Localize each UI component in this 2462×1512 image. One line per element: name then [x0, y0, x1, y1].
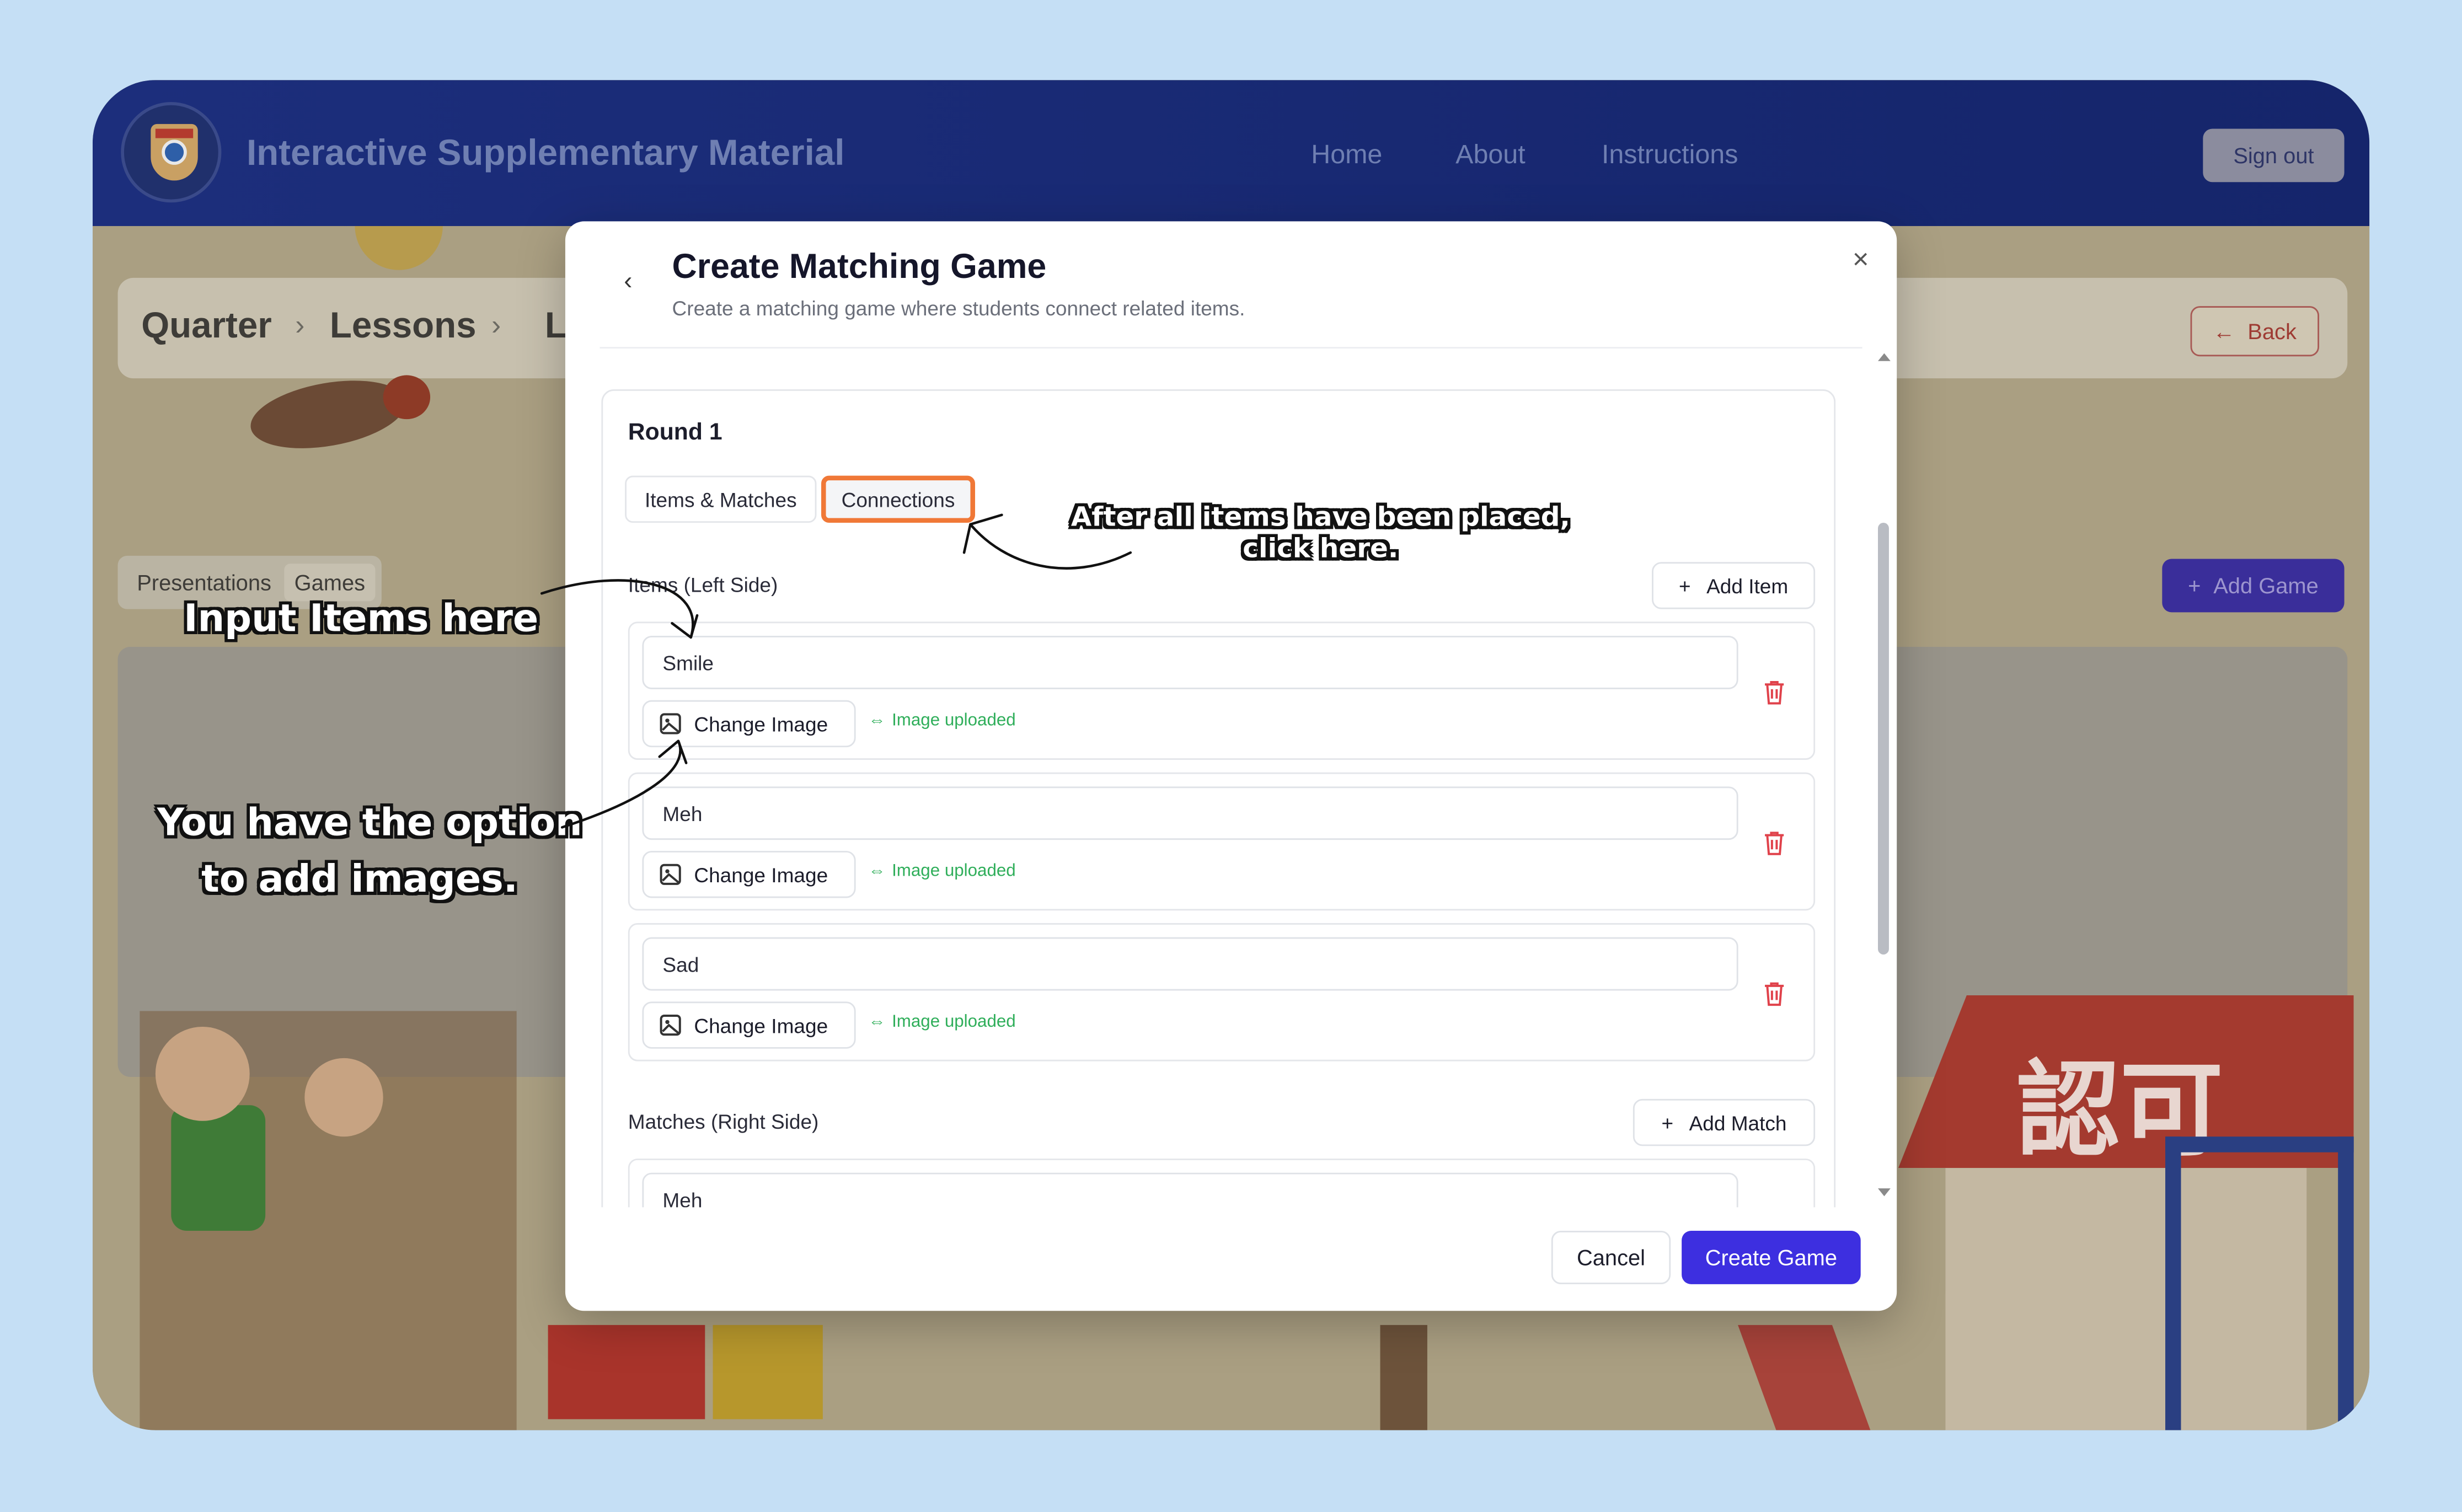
annotation-line: click here.: [1243, 533, 1399, 565]
kid-head-illustration: [155, 1026, 250, 1121]
cancel-button[interactable]: Cancel: [1551, 1231, 1671, 1284]
tab-games[interactable]: Games: [284, 564, 376, 602]
image-icon: [660, 713, 681, 734]
item-row: Smile Change Image ⇔ Image uploaded: [628, 621, 1816, 760]
image-icon: [660, 864, 681, 885]
create-matching-game-dialog: ‹ Create Matching Game Create a matching…: [565, 221, 1897, 1311]
plus-icon: +: [2188, 573, 2201, 598]
link-icon: ⇔: [868, 1012, 886, 1032]
house-wall-illustration: [1945, 1168, 2307, 1430]
dialog-subtitle: Create a matching game where students co…: [672, 297, 1245, 320]
scrollbar-thumb[interactable]: [1878, 523, 1889, 955]
nav-instructions-link[interactable]: Instructions: [1602, 140, 1738, 171]
change-image-button[interactable]: Change Image: [642, 851, 856, 898]
sun-illustration: [355, 226, 443, 270]
school-logo: [121, 102, 222, 203]
close-icon[interactable]: ×: [1845, 243, 1876, 275]
match-row: Meh: [628, 1159, 1816, 1208]
tab-connections[interactable]: Connections: [821, 475, 975, 523]
trash-icon[interactable]: [1763, 830, 1785, 856]
plus-icon: +: [1678, 573, 1691, 598]
bird-illustration: [245, 369, 411, 459]
breadcrumb-lessons[interactable]: Lessons: [330, 304, 477, 347]
add-match-label: Add Match: [1689, 1111, 1787, 1134]
swing-illustration: [2165, 1136, 2354, 1152]
plus-icon: +: [1661, 1111, 1674, 1134]
tab-presentations[interactable]: Presentations: [124, 564, 284, 601]
sign-out-button[interactable]: Sign out: [2203, 128, 2345, 183]
nav-about-link[interactable]: About: [1455, 140, 1526, 171]
shield-icon: [151, 124, 198, 181]
chevron-right-icon: ›: [491, 309, 501, 341]
image-uploaded-status: ⇔ Image uploaded: [868, 862, 1015, 881]
annotation-line: After all items have been placed,: [1071, 502, 1570, 534]
chevron-left-icon[interactable]: ‹: [612, 267, 644, 298]
item-text-input[interactable]: Meh: [642, 786, 1738, 840]
items-section-label: Items (Left Side): [628, 573, 778, 597]
bird-head-illustration: [383, 375, 431, 420]
breadcrumb-quarter[interactable]: Quarter: [141, 304, 272, 347]
add-game-label: Add Game: [2213, 573, 2319, 598]
annotation-line: You have the option: [157, 800, 582, 845]
scroll-up-icon[interactable]: [1878, 353, 1891, 361]
roof-sign: 認可: [2016, 1052, 2224, 1168]
back-button[interactable]: ← Back: [2190, 306, 2320, 357]
stage: Interactive Supplementary Material Home …: [0, 0, 2462, 1512]
divider: [600, 347, 1862, 349]
tab-items-matches[interactable]: Items & Matches: [625, 475, 817, 523]
top-navbar: Interactive Supplementary Material Home …: [92, 80, 2370, 226]
kid-illustration: [171, 1105, 266, 1231]
add-match-button[interactable]: + Add Match: [1633, 1098, 1816, 1146]
change-image-label: Change Image: [694, 862, 828, 887]
item-text-input[interactable]: Sad: [642, 937, 1738, 991]
back-label: Back: [2247, 318, 2297, 344]
app-title: Interactive Supplementary Material: [246, 132, 845, 173]
add-game-button[interactable]: + Add Game: [2162, 559, 2345, 613]
image-icon: [660, 1015, 681, 1036]
arrow-left-icon: ←: [2213, 318, 2235, 344]
swing-post: [2338, 1136, 2354, 1430]
round-tabs: Items & Matches Connections: [625, 469, 983, 532]
link-icon: ⇔: [868, 862, 886, 881]
image-uploaded-status: ⇔ Image uploaded: [868, 711, 1015, 730]
images-annotation: You have the option to add images.: [157, 795, 582, 908]
item-text-input[interactable]: Smile: [642, 636, 1738, 689]
round-title: Round 1: [628, 419, 722, 446]
connections-annotation: After all items have been placed, click …: [1071, 502, 1570, 565]
item-row: Meh Change Image ⇔ Image uploaded: [628, 772, 1816, 911]
breadcrumb-lesson[interactable]: L: [545, 304, 567, 347]
add-item-label: Add Item: [1706, 573, 1789, 598]
dialog-scroll-area[interactable]: Round 1 Items & Matches Connections Item…: [600, 350, 1872, 1208]
tree-trunk-illustration: [1380, 1325, 1427, 1430]
trash-icon[interactable]: [1763, 981, 1785, 1006]
kid-head-illustration: [304, 1058, 383, 1137]
matches-section-label: Matches (Right Side): [628, 1109, 819, 1134]
scroll-down-icon[interactable]: [1878, 1188, 1891, 1197]
nav-home-link[interactable]: Home: [1311, 140, 1382, 171]
change-image-button[interactable]: Change Image: [642, 700, 856, 748]
change-image-label: Change Image: [694, 712, 828, 736]
chevron-right-icon: ›: [295, 309, 305, 341]
lego-illustration: [713, 1325, 823, 1419]
slide-illustration: [1738, 1325, 1871, 1430]
scrollbar[interactable]: [1876, 353, 1891, 1201]
link-icon: ⇔: [868, 711, 886, 730]
image-uploaded-label: Image uploaded: [892, 1012, 1016, 1032]
match-text-input[interactable]: Meh: [642, 1172, 1738, 1208]
add-item-button[interactable]: + Add Item: [1652, 562, 1816, 609]
item-row: Sad Change Image ⇔ Image uploaded: [628, 923, 1816, 1061]
change-image-label: Change Image: [694, 1013, 828, 1037]
image-uploaded-label: Image uploaded: [892, 711, 1016, 730]
items-annotation: Input Items here: [184, 596, 539, 641]
swing-post: [2165, 1136, 2181, 1430]
lego-illustration: [548, 1325, 705, 1419]
dialog-title: Create Matching Game: [672, 246, 1047, 286]
change-image-button[interactable]: Change Image: [642, 1001, 856, 1049]
create-game-button[interactable]: Create Game: [1682, 1231, 1861, 1284]
annotation-line: to add images.: [201, 857, 518, 902]
image-uploaded-label: Image uploaded: [892, 862, 1016, 881]
image-uploaded-status: ⇔ Image uploaded: [868, 1012, 1015, 1031]
trash-icon[interactable]: [1763, 680, 1785, 705]
